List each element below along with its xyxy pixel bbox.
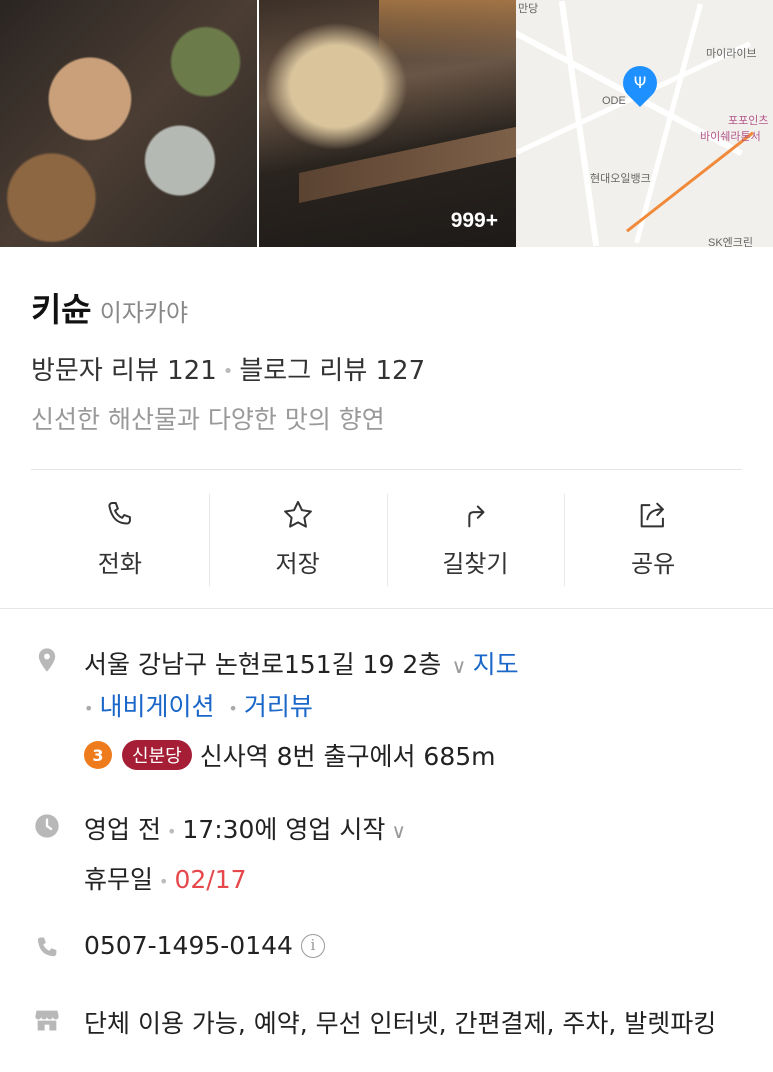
facilities-text[interactable]: 단체 이용 가능, 예약, 무선 인터넷, 간편결제, 주차, 발렛파킹 [84,1004,744,1040]
store-icon [35,1010,59,1031]
chevron-down-icon[interactable]: ∨ [391,819,406,843]
map-label: 현대오일뱅크 [590,173,651,185]
business-status: 영업 전 [84,815,161,844]
map-label: 만당 [518,3,539,15]
chevron-down-icon[interactable]: ∨ [445,654,472,678]
share-icon [640,502,665,528]
subway-line-name-badge: 신분당 [122,740,192,770]
bar-counter [299,126,516,204]
ceiling-light [379,0,516,60]
holiday-date: 02/17 [174,865,247,894]
opening-time: 17:30에 영업 시작 [182,815,386,844]
map-label: SK엔크린 [708,237,754,247]
phone-number[interactable]: 0507-1495-0144 [84,931,293,960]
map-label: 포포인츠 [728,115,769,127]
place-category: 이자카야 [99,299,189,327]
divider [0,608,773,609]
review-counts: 방문자 리뷰 121 • 블로그 리뷰 127 [31,350,425,387]
directions-label: 길찾기 [442,550,509,578]
address-links: • 내비게이션 • 거리뷰 [84,687,313,723]
phone-icon [108,501,131,525]
phone-icon [37,937,57,957]
call-label: 전화 [97,550,142,578]
streetview-link[interactable]: 거리뷰 [244,692,313,721]
navigation-link[interactable]: 내비게이션 [99,692,214,721]
map-label: 마이라이브 [706,48,757,60]
location-pin-icon [38,648,56,672]
subway-directions: 신사역 8번 출구에서 685m [199,742,496,771]
address-text[interactable]: 서울 강남구 논현로151길 19 2층 [84,650,441,679]
place-header: 키슌 이자카야 [31,283,188,331]
clock-icon [35,814,59,838]
separator-dot: • [84,698,94,718]
action-bar: 전화 저장 길찾기 공유 [31,492,742,587]
holiday-row: 휴무일 • 02/17 [84,860,247,896]
mini-map[interactable]: 만당 마이라이브 ODE 포포인츠 바이쉐라톤서 현대오일뱅크 SK엔크린 Ψ [516,0,773,247]
divider [31,469,742,470]
place-name: 키슌 [31,290,92,329]
subway-info: 3 신분당 신사역 8번 출구에서 685m [84,737,496,773]
directions-button[interactable]: 길찾기 [386,492,565,587]
call-button[interactable]: 전화 [31,492,209,587]
info-icon[interactable]: i [300,933,325,958]
photo-count-badge: 999+ [450,209,498,232]
hours-row[interactable]: 영업 전 • 17:30에 영업 시작 ∨ [84,810,406,846]
save-label: 저장 [275,550,320,578]
holiday-label: 휴무일 [84,865,154,894]
directions-icon [468,505,485,528]
subway-line-number-badge: 3 [84,741,112,769]
star-icon [283,500,312,528]
separator-dot: • [228,698,238,718]
separator-dot: • [159,871,169,891]
map-link[interactable]: 지도 [473,650,519,679]
restaurant-pin-icon[interactable]: Ψ [615,58,665,108]
phone-row: 0507-1495-0144 i [84,931,325,960]
save-button[interactable]: 저장 [208,492,387,587]
food-photo[interactable] [0,0,257,247]
share-button[interactable]: 공유 [564,492,742,587]
map-label: 바이쉐라톤서 [700,131,761,143]
separator-dot: • [222,361,234,382]
blog-reviews-link[interactable]: 블로그 리뷰 127 [239,356,425,386]
address-row: 서울 강남구 논현로151길 19 2층 ∨ 지도 [84,645,519,681]
separator-dot: • [166,821,177,841]
place-description: 신선한 해산물과 다양한 맛의 향연 [31,405,385,434]
photo-strip: 999+ 만당 마이라이브 ODE 포포인츠 바이쉐라톤서 현대오일뱅크 SK엔… [0,0,773,247]
share-label: 공유 [631,550,676,578]
visitor-reviews-link[interactable]: 방문자 리뷰 121 [31,356,217,386]
interior-photo[interactable]: 999+ [259,0,516,247]
